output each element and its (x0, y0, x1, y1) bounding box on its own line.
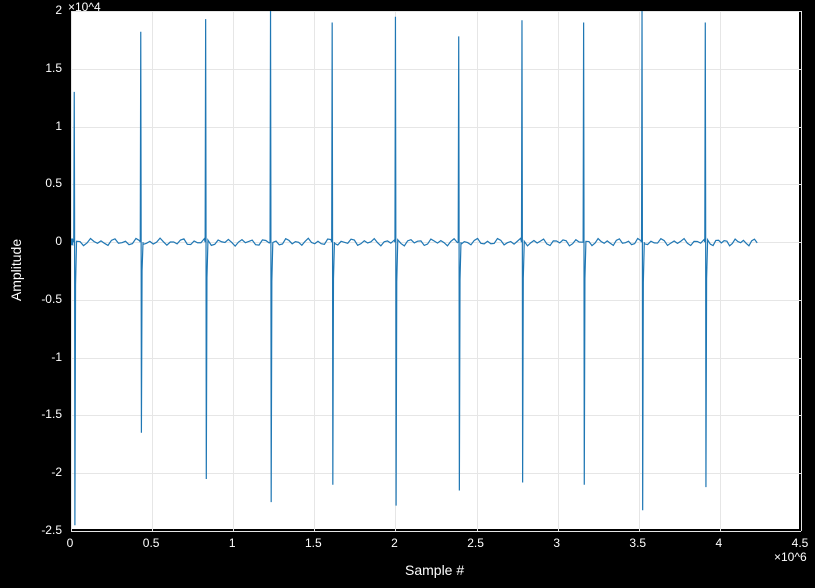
plot-area (70, 10, 800, 530)
x-tick-label: 2.5 (467, 536, 484, 550)
y-tick-label: 1 (34, 119, 62, 133)
y-tick-label: 0 (34, 234, 62, 248)
x-tick-label: 1.5 (305, 536, 322, 550)
y-axis-label: Amplitude (8, 239, 24, 301)
x-tick-label: 4 (716, 536, 723, 550)
y-tick-label: -1.5 (34, 407, 62, 421)
y-axis-exponent: ×10^4 (68, 0, 101, 14)
y-tick-label: -2 (34, 465, 62, 479)
x-tick-label: 4.5 (792, 536, 809, 550)
x-tick-label: 3 (553, 536, 560, 550)
signal-plot (71, 11, 801, 531)
y-tick-label: 1.5 (34, 61, 62, 75)
x-tick-label: 0.5 (143, 536, 160, 550)
x-axis-exponent: ×10^6 (774, 550, 807, 564)
signal-series (71, 11, 757, 525)
y-gridline (71, 531, 801, 532)
x-tick-label: 0 (67, 536, 74, 550)
x-axis-label: Sample # (405, 562, 464, 578)
x-gridline (801, 11, 802, 531)
x-tick-label: 1 (229, 536, 236, 550)
y-tick-label: -1 (34, 350, 62, 364)
y-tick-label: 0.5 (34, 176, 62, 190)
x-tick-label: 2 (391, 536, 398, 550)
x-tick-label: 3.5 (629, 536, 646, 550)
y-tick-label: -0.5 (34, 292, 62, 306)
y-tick-label: 2 (34, 3, 62, 17)
y-tick-label: -2.5 (34, 523, 62, 537)
